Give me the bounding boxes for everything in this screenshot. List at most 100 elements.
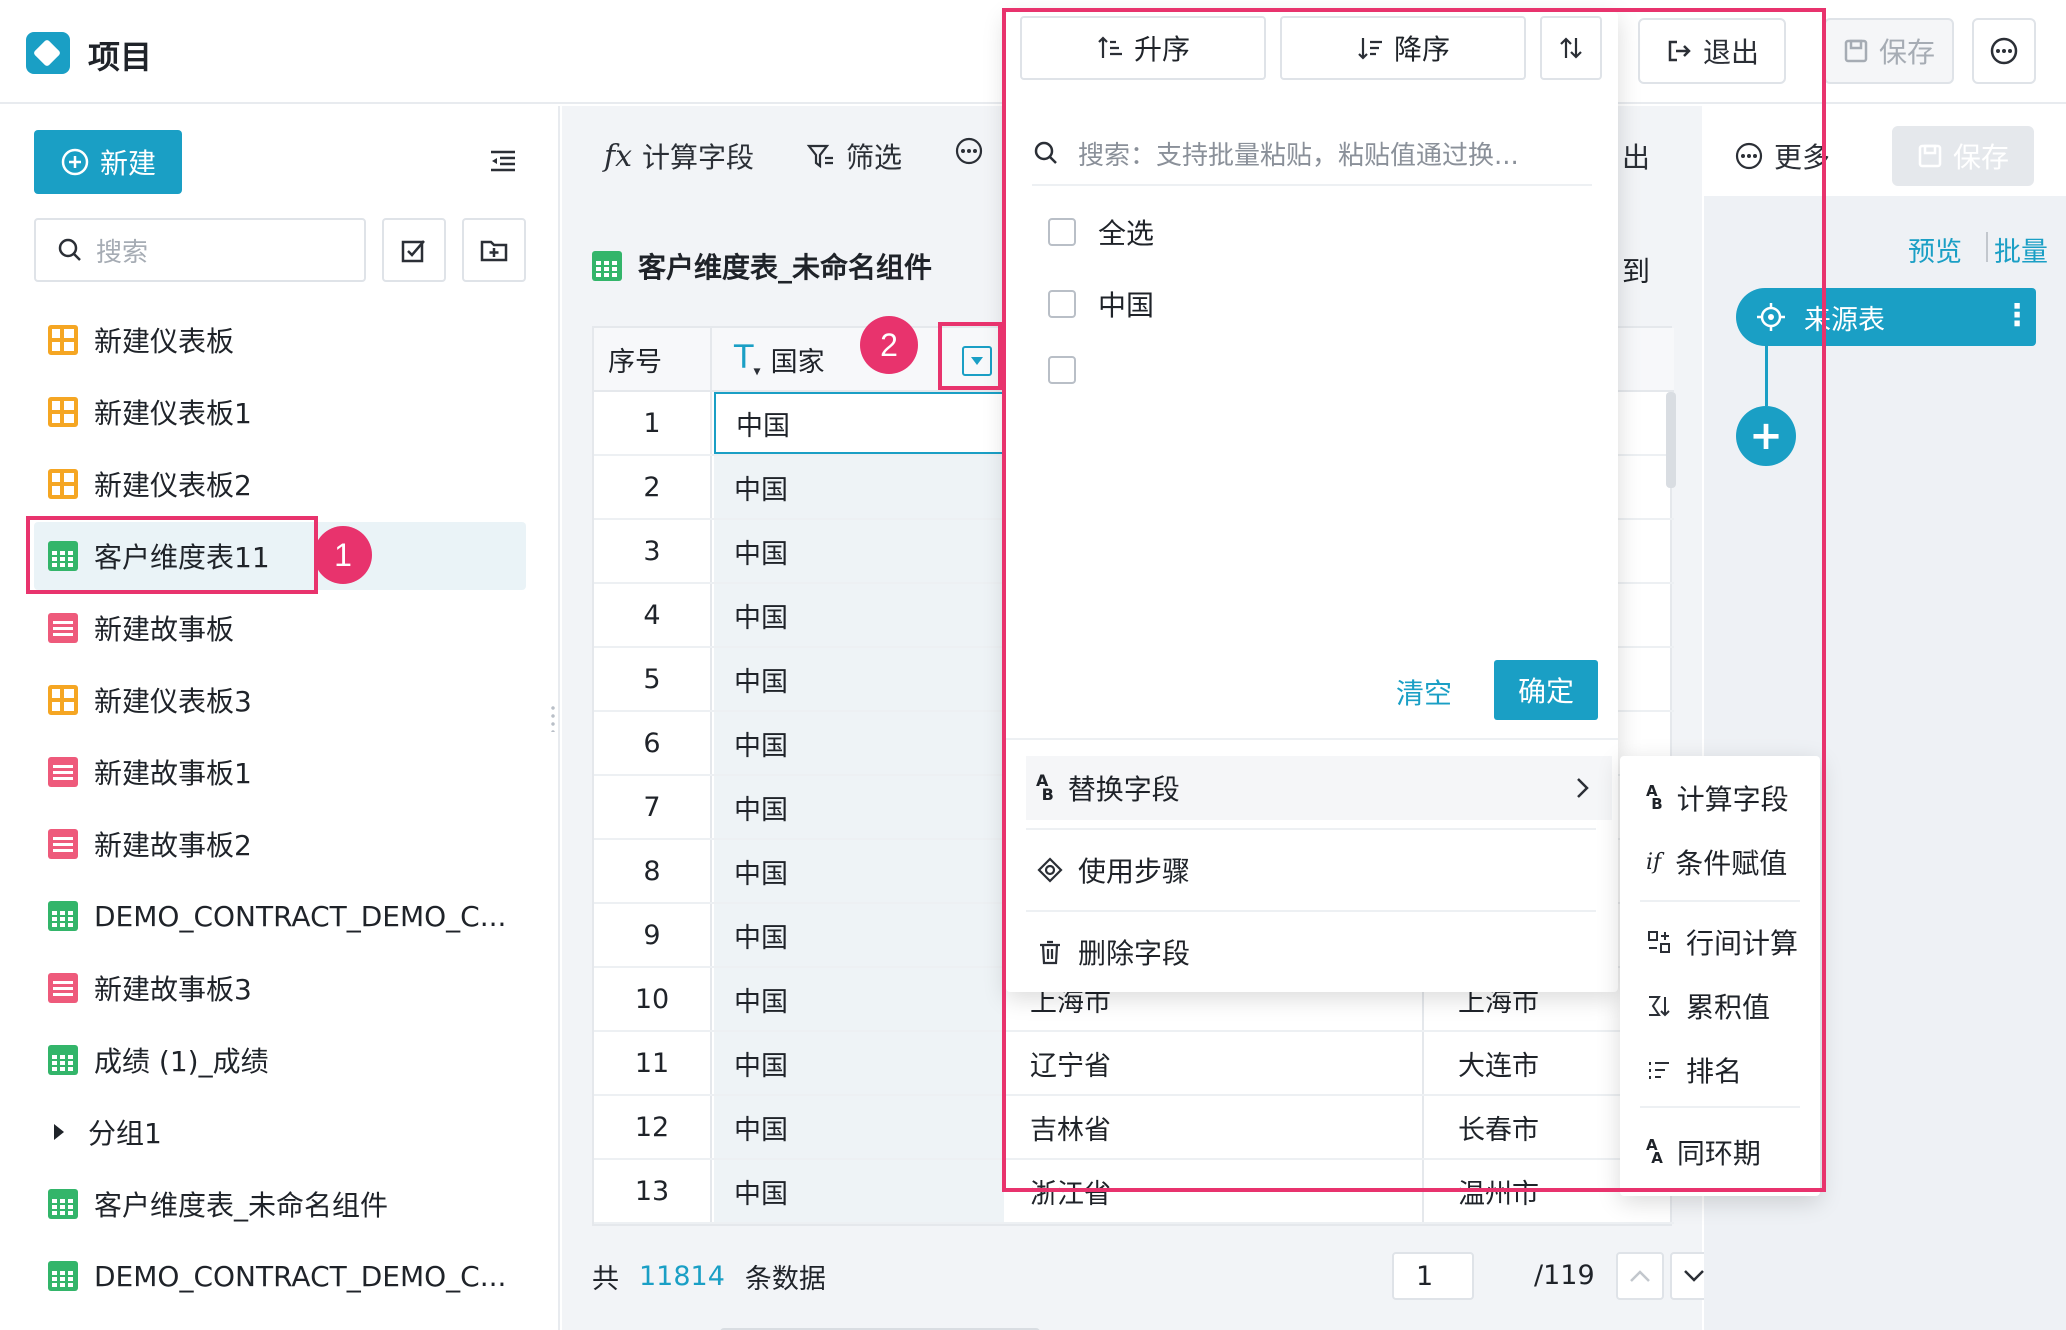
- new-button[interactable]: 新建: [34, 130, 182, 194]
- submenu-rank[interactable]: 排名: [1646, 1050, 1742, 1090]
- popup-search-placeholder: 搜索：支持批量粘贴，粘贴值通过换...: [1078, 140, 1519, 171]
- swap-sort-button[interactable]: [1540, 16, 1602, 80]
- row-index-cell[interactable]: 5: [594, 648, 712, 710]
- vertical-scrollbar[interactable]: [1666, 392, 1676, 488]
- prev-page-button[interactable]: [1616, 1252, 1664, 1300]
- sidebar-item[interactable]: 新建故事板3: [34, 954, 526, 1022]
- row-index-cell[interactable]: 2: [594, 456, 712, 518]
- sidebar-item[interactable]: 新建故事板: [34, 594, 526, 662]
- splitter-handle[interactable]: [551, 704, 555, 732]
- exit-button[interactable]: 退出: [1638, 18, 1786, 84]
- country-cell[interactable]: 中国: [714, 392, 1004, 454]
- country-cell[interactable]: 中国: [714, 904, 1004, 966]
- sidebar-group[interactable]: 分组1: [34, 1098, 526, 1166]
- sort-desc-icon: [1358, 38, 1382, 60]
- more-options-button[interactable]: [1972, 18, 2036, 84]
- toolbar-more-menu-icon[interactable]: [954, 136, 984, 166]
- sort-asc-button[interactable]: 升序: [1020, 16, 1266, 80]
- popup-search-input[interactable]: 搜索：支持批量粘贴，粘贴值通过换...: [1032, 122, 1592, 186]
- province-cell[interactable]: 浙江省: [1014, 1160, 1424, 1222]
- save-icon: [1844, 39, 1868, 63]
- new-folder-button[interactable]: [462, 218, 526, 282]
- sidebar-item[interactable]: 客户维度表_未命名组件: [34, 1170, 526, 1238]
- option-empty[interactable]: [1048, 356, 1098, 384]
- delete-field-item[interactable]: 删除字段: [1026, 920, 1612, 984]
- option-select-all[interactable]: 全选: [1048, 212, 1154, 252]
- row-index-cell[interactable]: 4: [594, 584, 712, 646]
- row-index-cell[interactable]: 3: [594, 520, 712, 582]
- country-cell[interactable]: 中国: [714, 1096, 1004, 1158]
- row-index-cell[interactable]: 11: [594, 1032, 712, 1094]
- row-index-cell[interactable]: 7: [594, 776, 712, 838]
- batch-link[interactable]: 批量: [1994, 230, 2048, 269]
- sidebar-item[interactable]: 新建仪表板: [34, 306, 526, 374]
- country-cell[interactable]: 中国: [714, 712, 1004, 774]
- confirm-button[interactable]: 确定: [1494, 660, 1598, 720]
- country-cell[interactable]: 中国: [714, 968, 1004, 1030]
- collapse-sidebar-icon[interactable]: [488, 146, 518, 176]
- sidebar-item[interactable]: 新建仪表板2: [34, 450, 526, 518]
- sort-desc-button[interactable]: 降序: [1280, 16, 1526, 80]
- table-row[interactable]: 13 中国 浙江省 温州市: [594, 1160, 1674, 1224]
- row-index-cell[interactable]: 1: [594, 392, 712, 454]
- sidebar-item[interactable]: 新建故事板1: [34, 738, 526, 806]
- submenu-conditional[interactable]: if 条件赋值: [1646, 842, 1787, 882]
- main-save-button[interactable]: 保存: [1892, 126, 2034, 186]
- country-cell[interactable]: 中国: [714, 520, 1004, 582]
- province-cell[interactable]: 吉林省: [1014, 1096, 1424, 1158]
- checkbox[interactable]: [1048, 356, 1076, 384]
- checkbox[interactable]: [1048, 290, 1076, 318]
- add-step-button[interactable]: +: [1736, 406, 1796, 466]
- row-index-cell[interactable]: 10: [594, 968, 712, 1030]
- country-cell[interactable]: 中国: [714, 1160, 1004, 1222]
- submenu-yoy[interactable]: A A 同环期: [1646, 1132, 1761, 1172]
- toolbar-more-button[interactable]: 更多: [1734, 136, 1830, 176]
- country-cell[interactable]: 中国: [714, 456, 1004, 518]
- sort-asc-label: 升序: [1133, 33, 1190, 66]
- export-button[interactable]: 出: [1622, 136, 1650, 176]
- country-cell[interactable]: 中国: [714, 840, 1004, 902]
- sidebar-item[interactable]: 新建故事板2: [34, 810, 526, 878]
- option-china[interactable]: 中国: [1048, 284, 1154, 324]
- sidebar-item-label: 新建仪表板2: [94, 469, 252, 502]
- use-steps-item[interactable]: 使用步骤: [1026, 838, 1612, 902]
- table-row[interactable]: 12 中国 吉林省 长春市: [594, 1096, 1674, 1160]
- sidebar-item-active[interactable]: 客户维度表11: [34, 522, 526, 590]
- column-dropdown-button[interactable]: [962, 346, 992, 376]
- sidebar-item[interactable]: DEMO_CONTRACT_DEMO_C...: [34, 1242, 526, 1310]
- country-cell[interactable]: 中国: [714, 776, 1004, 838]
- row-index-cell[interactable]: 8: [594, 840, 712, 902]
- sidebar-item[interactable]: DEMO_CONTRACT_DEMO_C...: [34, 882, 526, 950]
- row-index-cell[interactable]: 12: [594, 1096, 712, 1158]
- country-cell[interactable]: 中国: [714, 584, 1004, 646]
- top-save-button[interactable]: 保存: [1824, 18, 1954, 84]
- country-cell[interactable]: 中国: [714, 648, 1004, 710]
- submenu-calc-field[interactable]: A B 计算字段: [1646, 778, 1789, 818]
- sidebar-item[interactable]: 新建仪表板1: [34, 378, 526, 446]
- preview-link[interactable]: 预览: [1908, 230, 1962, 269]
- clear-button[interactable]: 清空: [1396, 672, 1452, 712]
- sidebar-item[interactable]: 新建仪表板3: [34, 666, 526, 734]
- calc-field-button[interactable]: fx 计算字段: [604, 136, 754, 176]
- province-cell[interactable]: 辽宁省: [1014, 1032, 1424, 1094]
- page-number-input[interactable]: 1: [1392, 1252, 1474, 1300]
- row-index-cell[interactable]: 9: [594, 904, 712, 966]
- country-cell[interactable]: 中国: [714, 1032, 1004, 1094]
- submenu-row-calc[interactable]: 行间计算: [1646, 922, 1798, 962]
- search-icon: [58, 238, 81, 261]
- row-index-cell[interactable]: 6: [594, 712, 712, 774]
- filter-button[interactable]: 筛选: [806, 136, 902, 176]
- batch-select-button[interactable]: [382, 218, 446, 282]
- submenu-cumulative[interactable]: 累积值: [1646, 986, 1770, 1026]
- table-row[interactable]: 11 中国 辽宁省 大连市: [594, 1032, 1674, 1096]
- submenu-label: 排名: [1686, 1055, 1743, 1088]
- replace-field-icon: A B: [1036, 771, 1054, 804]
- source-table-node[interactable]: 来源表 ⋮: [1736, 288, 2036, 346]
- node-menu-icon[interactable]: ⋮: [2002, 298, 2032, 333]
- sidebar-item[interactable]: 成绩 (1)_成绩: [34, 1026, 526, 1094]
- replace-field-item[interactable]: A B 替换字段: [1026, 756, 1612, 820]
- row-index-cell[interactable]: 13: [594, 1160, 712, 1222]
- header-country[interactable]: T▾ 国家: [714, 328, 1004, 390]
- checkbox[interactable]: [1048, 218, 1076, 246]
- sidebar-search-input[interactable]: 搜索: [34, 218, 366, 282]
